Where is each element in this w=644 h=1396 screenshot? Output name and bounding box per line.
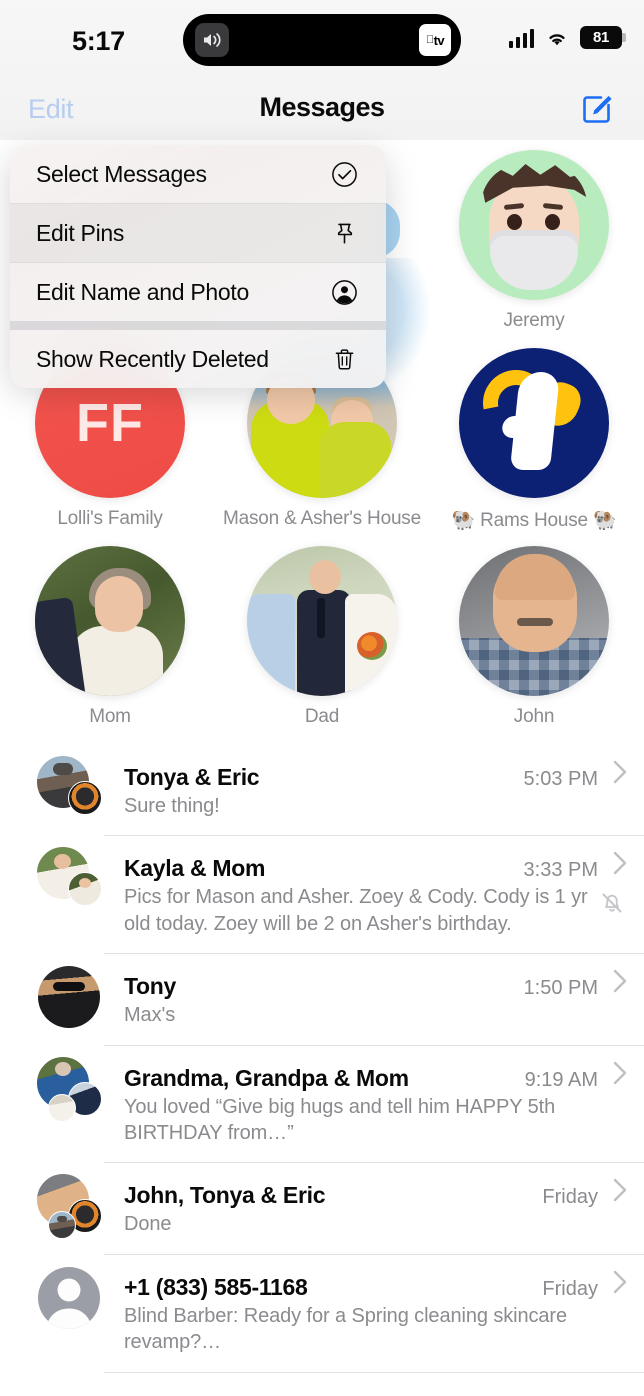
context-menu-separator [10, 321, 386, 330]
context-menu-item-label: Select Messages [36, 160, 207, 187]
conversation-list: Tonya & Eric 5:03 PM Sure thing! Kayla &… [0, 745, 644, 1373]
avatar [68, 781, 102, 815]
cellular-bars-icon [508, 28, 534, 48]
wifi-icon [549, 33, 565, 45]
photo-avatar-wedding [247, 546, 397, 696]
battery-indicator: 81 [580, 26, 626, 49]
pinned-item-label: 🐏 Rams House 🐏 [451, 510, 617, 531]
avatar-group [36, 1265, 102, 1331]
conversation-timestamp: 1:50 PM [523, 977, 598, 1000]
conversation-name: Kayla & Mom [124, 855, 266, 882]
context-menu: Select Messages Edit Pins Edit Name and … [10, 145, 386, 388]
chevron-right-icon [612, 850, 628, 876]
avatar-group [36, 964, 102, 1030]
conversation-timestamp: 5:03 PM [523, 768, 598, 790]
avatar [38, 966, 100, 1029]
avatar [48, 1211, 76, 1240]
conversation-preview: You loved “Give big hugs and tell him HA… [124, 1095, 556, 1144]
conversation-row-unknown-number[interactable]: +1 (833) 585-1168 Friday Blind Barber: R… [0, 1255, 644, 1372]
status-bar: 5:17 tv 81 [0, 0, 644, 78]
context-menu-item-edit-pins[interactable]: Edit Pins [10, 204, 386, 262]
conversation-preview: Max's [124, 1004, 176, 1027]
context-menu-item-show-recently-deleted[interactable]: Show Recently Deleted [10, 330, 386, 388]
pinned-item-label: Mom [89, 706, 131, 727]
pinned-item-john[interactable]: John [427, 546, 641, 728]
avatar [68, 872, 102, 907]
conversation-timestamp: 3:33 PM [523, 859, 598, 882]
page-title: Messages [259, 92, 385, 122]
conversation-preview: Done [124, 1213, 172, 1236]
divider [104, 1371, 644, 1373]
conversation-row-tonya-eric[interactable]: Tonya & Eric 5:03 PM Sure thing! [0, 745, 644, 835]
conversation-name: Grandma, Grandpa & Mom [124, 1064, 409, 1091]
chevron-right-icon [612, 759, 628, 785]
photo-avatar-mom [35, 546, 185, 696]
conversation-timestamp: 9:19 AM [524, 1068, 598, 1091]
rams-logo-avatar [459, 348, 609, 498]
dynamic-island[interactable]: tv [183, 14, 461, 66]
conversation-preview: Blind Barber: Ready for a Spring cleanin… [124, 1304, 568, 1354]
pinned-item-label: Lolli's Family [57, 508, 163, 529]
pinned-item-dad[interactable]: Dad [215, 546, 429, 728]
chevron-right-icon [612, 1177, 628, 1203]
pinned-item-mom[interactable]: Mom [3, 546, 217, 728]
conversation-preview: Pics for Mason and Asher. Zoey & Cody. C… [124, 886, 588, 935]
conversation-timestamp: Friday [542, 1186, 598, 1209]
avatar-group [36, 755, 102, 821]
trash-icon [328, 343, 360, 375]
chevron-right-icon [612, 968, 628, 994]
conversation-row-tony[interactable]: Tony 1:50 PM Max's [0, 954, 644, 1044]
conversation-row-grandma-grandpa-mom[interactable]: Grandma, Grandpa & Mom 9:19 AM You loved… [0, 1046, 644, 1163]
chevron-right-icon [612, 1269, 628, 1295]
status-time: 5:17 [72, 26, 125, 56]
conversation-name: +1 (833) 585-1168 [124, 1273, 308, 1300]
compose-pencil-icon[interactable] [580, 93, 614, 127]
pinned-item-jeremy[interactable]: Jeremy [427, 150, 641, 332]
conversation-name: Tony [124, 973, 177, 1000]
pinned-item-label: John [513, 706, 555, 727]
pinned-item-label: Jeremy [503, 310, 565, 331]
conversation-row-john-tonya-eric[interactable]: John, Tonya & Eric Friday Done [0, 1163, 644, 1253]
speaker-wave-icon [195, 23, 229, 57]
conversation-name: John, Tonya & Eric [124, 1182, 326, 1209]
appletv-badge-icon: tv [419, 24, 451, 56]
avatar [48, 1093, 76, 1122]
pin-icon [328, 217, 360, 249]
status-indicators: 81 [508, 26, 626, 49]
context-menu-item-edit-name-and-photo[interactable]: Edit Name and Photo [10, 263, 386, 321]
avatar-group [36, 846, 102, 912]
context-menu-item-label: Show Recently Deleted [36, 345, 269, 372]
bell-slash-icon [598, 888, 628, 921]
navigation-bar: Edit Messages [0, 78, 644, 140]
conversation-timestamp: Friday [542, 1277, 598, 1300]
chevron-right-icon [612, 1060, 628, 1086]
conversation-preview: Sure thing! [124, 795, 220, 817]
avatar-group [36, 1055, 102, 1122]
photo-avatar-john [459, 546, 609, 696]
checkmark-circle-icon [328, 158, 360, 190]
battery-nub [622, 33, 626, 42]
memoji-masked-avatar [459, 150, 609, 300]
context-menu-item-label: Edit Pins [36, 219, 125, 246]
battery-level: 81 [593, 29, 609, 46]
monogram-initials: FF [76, 393, 144, 453]
pinned-item-label: Mason & Asher's House [223, 508, 421, 529]
context-menu-item-label: Edit Name and Photo [36, 278, 249, 305]
context-menu-item-select-messages[interactable]: Select Messages [10, 145, 386, 203]
conversation-row-kayla-mom[interactable]: Kayla & Mom 3:33 PM Pics for Mason and A… [0, 836, 644, 953]
person-circle-icon [328, 276, 360, 308]
avatar-group [36, 1173, 102, 1240]
conversation-name: Tonya & Eric [124, 764, 260, 790]
pinned-item-label: Dad [304, 706, 340, 727]
generic-person-placeholder-icon [38, 1266, 100, 1329]
pinned-item-rams-house[interactable]: 🐏 Rams House 🐏 [427, 348, 641, 532]
